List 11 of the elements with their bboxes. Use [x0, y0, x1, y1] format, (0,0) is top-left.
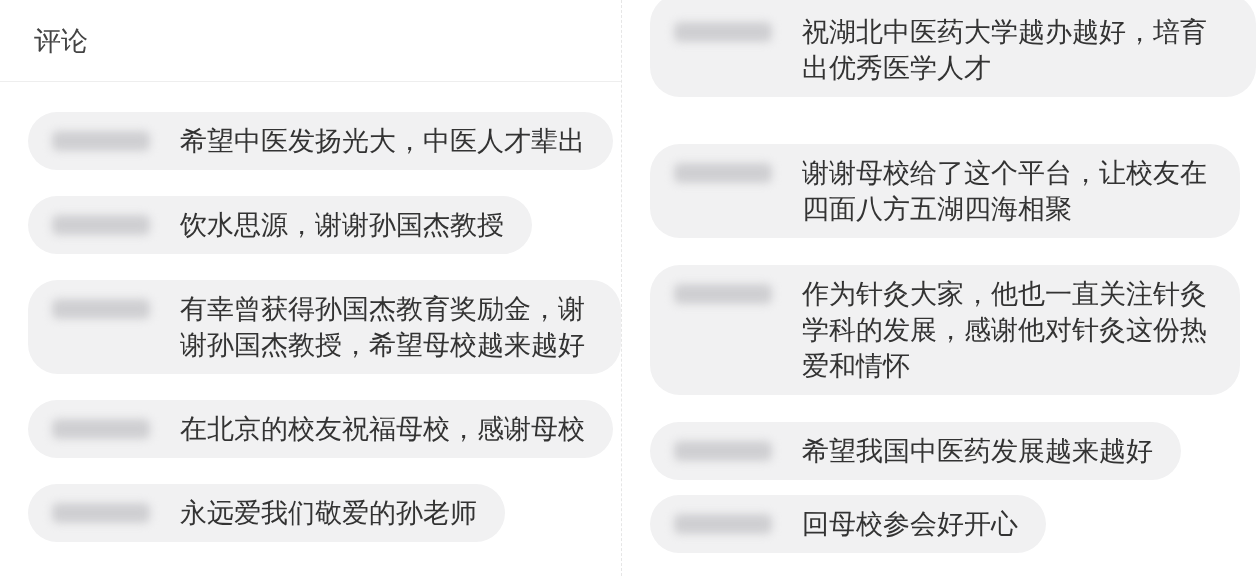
comment-text: 作为针灸大家，他也一直关注针灸学科的发展，感谢他对针灸这份热爱和情怀: [802, 277, 1208, 383]
comment-text: 有幸曾获得孙国杰教育奖励金，谢谢孙国杰教授，希望母校越来越好: [180, 292, 586, 362]
comment-text: 希望我国中医药发展越来越好: [802, 434, 1153, 468]
comment-text: 谢谢母校给了这个平台，让校友在四面八方五湖四海相聚: [802, 156, 1208, 226]
comment-text: 祝湖北中医药大学越办越好，培育出优秀医学人才: [802, 15, 1208, 85]
section-title: 评论: [34, 23, 88, 58]
comment-text: 希望中医发扬光大，中医人才辈出: [180, 124, 585, 158]
comment-text: 回母校参会好开心: [802, 507, 1018, 541]
comment-text: 永远爱我们敬爱的孙老师: [180, 496, 477, 530]
comment-text: 饮水思源，谢谢孙国杰教授: [180, 208, 504, 242]
comment-text: 在北京的校友祝福母校，感谢母校: [180, 412, 585, 446]
